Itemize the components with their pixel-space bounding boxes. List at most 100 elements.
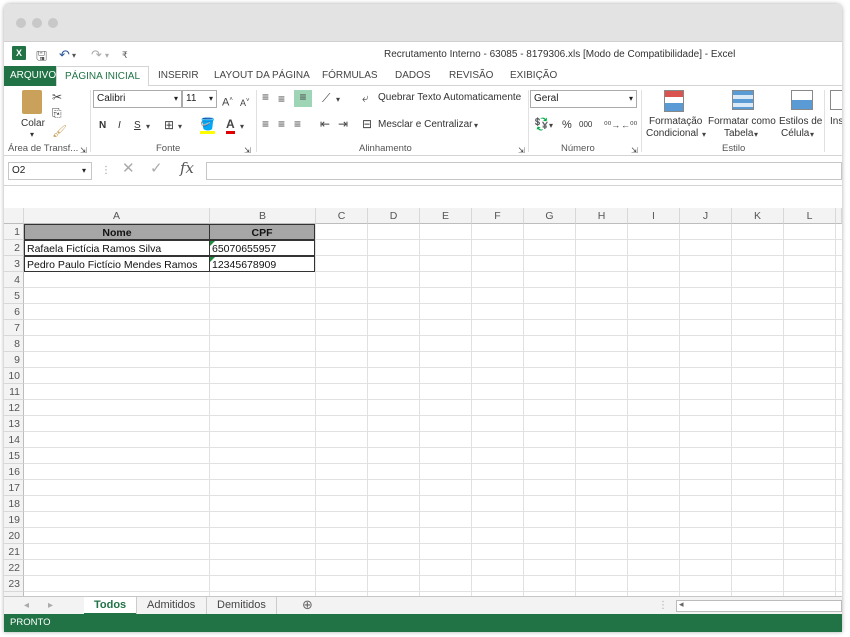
select-all-corner[interactable]: [4, 208, 24, 224]
wrap-text-icon[interactable]: ⤶: [362, 91, 369, 105]
format-as-table-label-1[interactable]: Formatar como: [708, 116, 776, 127]
thousands-button[interactable]: 000: [579, 120, 592, 129]
fill-color-icon[interactable]: 🪣: [200, 117, 215, 134]
percent-button[interactable]: %: [562, 119, 572, 131]
tab-layout-pagina[interactable]: LAYOUT DA PÁGINA: [206, 66, 318, 86]
horizontal-scrollbar[interactable]: ◂: [676, 599, 842, 612]
tab-dados[interactable]: DADOS: [387, 66, 439, 86]
number-format-select[interactable]: Geral ▾: [530, 90, 637, 108]
decrease-decimal-icon[interactable]: ←⁰⁰: [621, 118, 637, 132]
conditional-formatting-label-2[interactable]: Condicional: [646, 128, 698, 139]
cancel-formula-icon[interactable]: ✕: [122, 161, 135, 176]
tab-arquivo[interactable]: ARQUIVO: [4, 66, 63, 86]
align-top-icon[interactable]: ≡: [262, 90, 269, 104]
row-header-19[interactable]: 19: [4, 512, 24, 528]
decrease-indent-icon[interactable]: ⇤: [320, 117, 330, 131]
row-header-5[interactable]: 5: [4, 288, 24, 304]
format-table-dropdown-icon[interactable]: ▾: [754, 128, 758, 142]
row-header-16[interactable]: 16: [4, 464, 24, 480]
sheet-tab-todos[interactable]: Todos: [84, 597, 137, 615]
row-header-7[interactable]: 7: [4, 320, 24, 336]
scroll-left-icon[interactable]: ◂: [679, 599, 684, 610]
cell-a3[interactable]: Pedro Paulo Fictício Mendes Ramos: [24, 256, 210, 272]
cell-styles-icon[interactable]: [791, 90, 813, 110]
add-sheet-icon[interactable]: ⊕: [302, 598, 313, 612]
copy-icon[interactable]: ⎘: [52, 106, 62, 120]
increase-indent-icon[interactable]: ⇥: [338, 117, 348, 131]
decrease-font-icon[interactable]: A˅: [240, 94, 250, 110]
row-header-3[interactable]: 3: [4, 256, 24, 272]
column-header-a[interactable]: A: [24, 208, 210, 224]
paste-icon[interactable]: [22, 90, 42, 114]
cell-b1[interactable]: CPF: [209, 224, 315, 240]
redo-dropdown-icon[interactable]: ▾: [105, 51, 109, 60]
formula-input[interactable]: [206, 162, 842, 180]
wrap-text-button[interactable]: Quebrar Texto Automaticamente: [378, 92, 521, 103]
row-header-23[interactable]: 23: [4, 576, 24, 592]
orientation-icon[interactable]: ⟋: [322, 91, 330, 105]
row-header-11[interactable]: 11: [4, 384, 24, 400]
underline-button[interactable]: S: [134, 120, 141, 131]
row-header-22[interactable]: 22: [4, 560, 24, 576]
undo-dropdown-icon[interactable]: ▾: [72, 51, 76, 60]
insert-cells-label[interactable]: Inse: [830, 116, 842, 127]
increase-decimal-icon[interactable]: ⁰⁰→: [604, 118, 620, 132]
confirm-formula-icon[interactable]: ✓: [150, 161, 163, 176]
column-header-h[interactable]: H: [576, 208, 628, 224]
align-left-icon[interactable]: ≡: [262, 117, 269, 131]
column-header-b[interactable]: B: [210, 208, 316, 224]
paste-dropdown-icon[interactable]: ▾: [30, 130, 34, 139]
zoom-window-button[interactable]: [48, 18, 58, 28]
cell-styles-label-2[interactable]: Célula: [781, 128, 809, 139]
row-header-14[interactable]: 14: [4, 432, 24, 448]
column-header-d[interactable]: D: [368, 208, 420, 224]
sheet-tab-demitidos[interactable]: Demitidos: [206, 597, 277, 615]
row-header-10[interactable]: 10: [4, 368, 24, 384]
cell-b3[interactable]: 12345678909: [209, 256, 315, 272]
row-header-15[interactable]: 15: [4, 448, 24, 464]
splitter-icon[interactable]: ⋮: [658, 599, 668, 613]
merge-center-icon[interactable]: ⊟: [362, 117, 372, 131]
cut-icon[interactable]: ✂: [52, 90, 62, 104]
font-size-select[interactable]: 11 ▾: [182, 90, 217, 108]
align-bottom-icon[interactable]: ≡: [294, 90, 312, 107]
conditional-formatting-icon[interactable]: [664, 90, 684, 112]
row-header-4[interactable]: 4: [4, 272, 24, 288]
font-color-icon[interactable]: A: [226, 117, 235, 134]
conditional-formatting-label-1[interactable]: Formatação: [649, 116, 702, 127]
row-header-2[interactable]: 2: [4, 240, 24, 256]
column-header-f[interactable]: F: [472, 208, 524, 224]
paste-button[interactable]: Colar: [21, 118, 45, 129]
merge-center-button[interactable]: Mesclar e Centralizar: [378, 119, 472, 130]
minimize-window-button[interactable]: [32, 18, 42, 28]
cell-a2[interactable]: Rafaela Fictícia Ramos Silva: [24, 240, 210, 256]
cell-b2[interactable]: 65070655957: [209, 240, 315, 256]
close-window-button[interactable]: [16, 18, 26, 28]
align-right-icon[interactable]: ≡: [294, 117, 301, 131]
italic-button[interactable]: I: [118, 120, 121, 131]
column-header-e[interactable]: E: [420, 208, 472, 224]
tab-formulas[interactable]: FÓRMULAS: [314, 66, 386, 86]
column-header-g[interactable]: G: [524, 208, 576, 224]
name-box[interactable]: O2 ▾: [8, 162, 92, 180]
cell-styles-dropdown-icon[interactable]: ▾: [810, 128, 814, 142]
sheet-tab-admitidos[interactable]: Admitidos: [136, 597, 205, 615]
customize-qa-icon[interactable]: ₹: [122, 50, 128, 61]
prev-sheet-icon[interactable]: ◂: [24, 599, 29, 613]
tab-revisao[interactable]: REVISÃO: [441, 66, 501, 86]
spreadsheet-grid[interactable]: ABCDEFGHIJKL 1 2 3 4 5 6 7 8 9 10 11 12 13 14 15 16 17 18…: [4, 208, 842, 596]
column-header-k[interactable]: K: [732, 208, 784, 224]
tab-inserir[interactable]: INSERIR: [150, 66, 207, 86]
currency-icon[interactable]: 💱: [534, 117, 549, 131]
redo-icon[interactable]: ↷: [91, 47, 102, 63]
row-header-12[interactable]: 12: [4, 400, 24, 416]
currency-dropdown-icon[interactable]: ▾: [549, 119, 553, 133]
row-header-17[interactable]: 17: [4, 480, 24, 496]
column-header-l[interactable]: L: [784, 208, 836, 224]
underline-dropdown-icon[interactable]: ▾: [146, 120, 150, 134]
column-header-c[interactable]: C: [316, 208, 368, 224]
font-name-select[interactable]: Calibri ▾: [93, 90, 182, 108]
tab-pagina-inicial[interactable]: PÁGINA INICIAL: [56, 66, 150, 87]
insert-function-button[interactable]: fx: [180, 161, 194, 176]
align-middle-icon[interactable]: ≡: [278, 92, 285, 106]
